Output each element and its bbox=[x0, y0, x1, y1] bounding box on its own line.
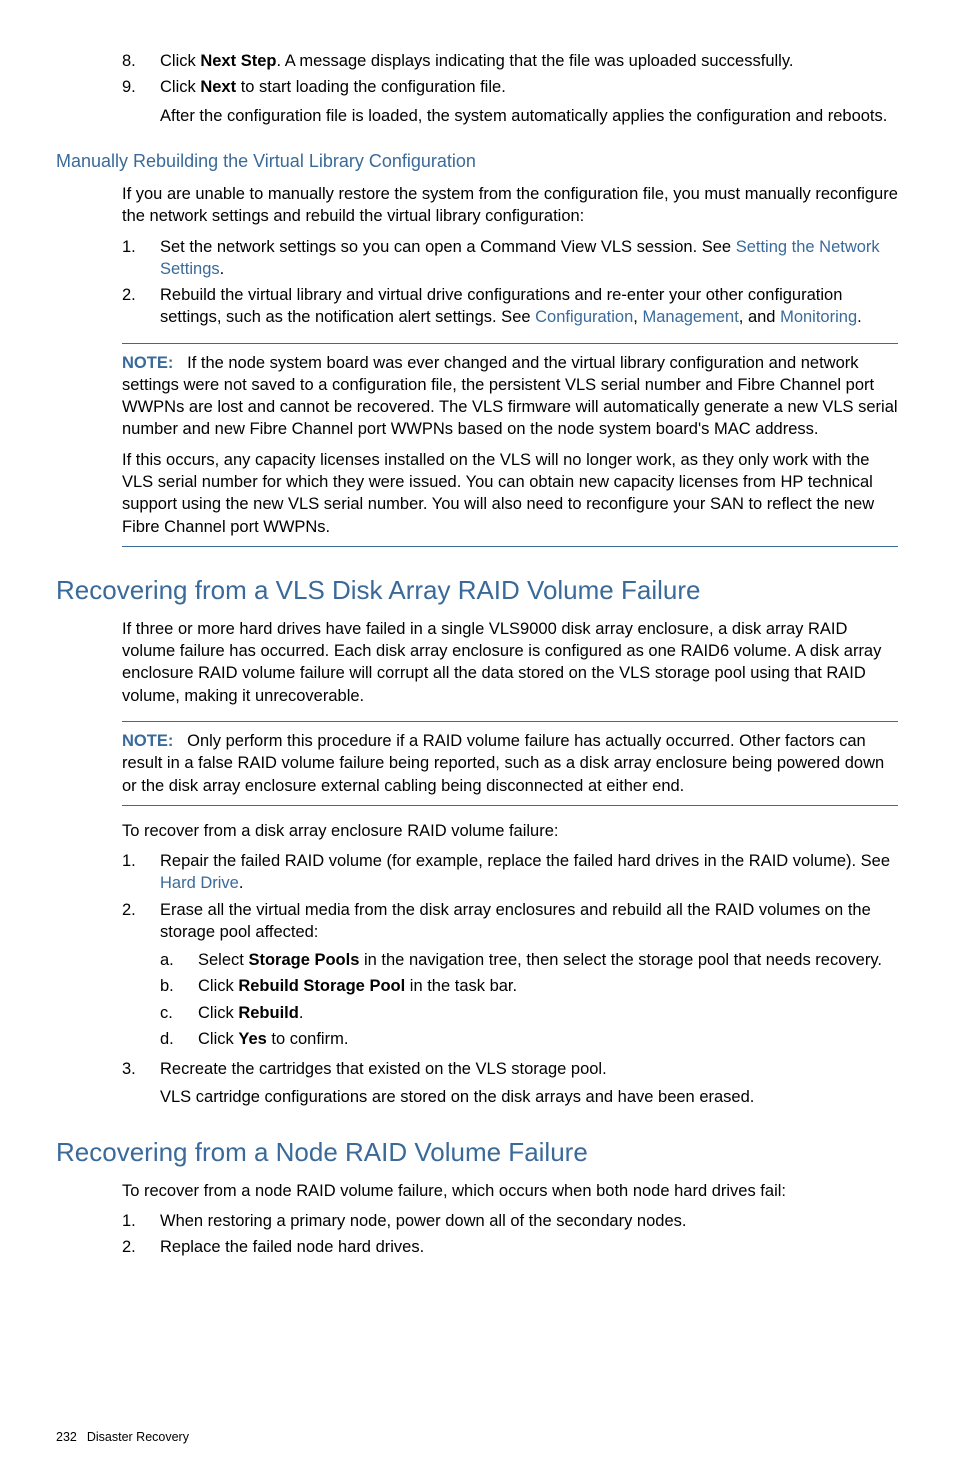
paragraph: If three or more hard drives have failed… bbox=[122, 618, 898, 707]
list-item: 1. Set the network settings so you can o… bbox=[122, 236, 898, 281]
step-number: 2. bbox=[122, 284, 160, 329]
heading-disk-array-failure: Recovering from a VLS Disk Array RAID Vo… bbox=[56, 573, 898, 608]
list-item: 1. Repair the failed RAID volume (for ex… bbox=[122, 850, 898, 895]
step-number: 1. bbox=[122, 236, 160, 281]
list-item: 9. Click Next to start loading the confi… bbox=[122, 76, 898, 127]
substep-number: b. bbox=[160, 975, 198, 997]
step-body: Click Next Step. A message displays indi… bbox=[160, 50, 898, 72]
step-number: 1. bbox=[122, 850, 160, 895]
step-number: 1. bbox=[122, 1210, 160, 1232]
list-item: b. Click Rebuild Storage Pool in the tas… bbox=[160, 975, 898, 997]
step-body: When restoring a primary node, power dow… bbox=[160, 1210, 898, 1232]
substep-number: a. bbox=[160, 949, 198, 971]
list-item: 1. When restoring a primary node, power … bbox=[122, 1210, 898, 1232]
step-body: Set the network settings so you can open… bbox=[160, 236, 898, 281]
step-number: 2. bbox=[122, 1236, 160, 1258]
note-text: If the node system board was ever change… bbox=[122, 354, 898, 439]
step-body: Erase all the virtual media from the dis… bbox=[160, 899, 898, 1055]
page-footer: 232 Disaster Recovery bbox=[56, 1429, 898, 1446]
list-item: 2. Erase all the virtual media from the … bbox=[122, 899, 898, 1055]
node-section: To recover from a node RAID volume failu… bbox=[122, 1180, 898, 1259]
note-box: NOTE: If the node system board was ever … bbox=[122, 343, 898, 547]
list-item: 2. Rebuild the virtual library and virtu… bbox=[122, 284, 898, 329]
step-body: Click Next to start loading the configur… bbox=[160, 76, 898, 127]
substep-number: c. bbox=[160, 1002, 198, 1024]
list-item: 2. Replace the failed node hard drives. bbox=[122, 1236, 898, 1258]
step-number: 3. bbox=[122, 1058, 160, 1109]
link-configuration[interactable]: Configuration bbox=[535, 308, 633, 326]
step-number: 9. bbox=[122, 76, 160, 127]
heading-manual-rebuild: Manually Rebuilding the Virtual Library … bbox=[56, 149, 898, 173]
link-monitoring[interactable]: Monitoring bbox=[780, 308, 857, 326]
list-item: a. Select Storage Pools in the navigatio… bbox=[160, 949, 898, 971]
list-item: 3. Recreate the cartridges that existed … bbox=[122, 1058, 898, 1109]
disk-section: If three or more hard drives have failed… bbox=[122, 618, 898, 707]
paragraph: To recover from a node RAID volume failu… bbox=[122, 1180, 898, 1202]
paragraph: If you are unable to manually restore th… bbox=[122, 183, 898, 228]
step-body: Replace the failed node hard drives. bbox=[160, 1236, 898, 1258]
substep-number: d. bbox=[160, 1028, 198, 1050]
intro-steps: 8. Click Next Step. A message displays i… bbox=[122, 50, 898, 127]
link-management[interactable]: Management bbox=[642, 308, 738, 326]
note-text: Only perform this procedure if a RAID vo… bbox=[122, 732, 884, 795]
note-text: If this occurs, any capacity licenses in… bbox=[122, 449, 898, 538]
note-box: NOTE: Only perform this procedure if a R… bbox=[122, 721, 898, 806]
step-body: Repair the failed RAID volume (for examp… bbox=[160, 850, 898, 895]
paragraph: To recover from a disk array enclosure R… bbox=[122, 820, 898, 842]
heading-node-raid-failure: Recovering from a Node RAID Volume Failu… bbox=[56, 1135, 898, 1170]
list-item: d. Click Yes to confirm. bbox=[160, 1028, 898, 1050]
manual-section: If you are unable to manually restore th… bbox=[122, 183, 898, 329]
list-item: 8. Click Next Step. A message displays i… bbox=[122, 50, 898, 72]
list-item: c. Click Rebuild. bbox=[160, 1002, 898, 1024]
page-number: 232 bbox=[56, 1430, 77, 1444]
step-body: Rebuild the virtual library and virtual … bbox=[160, 284, 898, 329]
step-body: Recreate the cartridges that existed on … bbox=[160, 1058, 898, 1109]
step-after: VLS cartridge configurations are stored … bbox=[160, 1086, 898, 1108]
step-after: After the configuration file is loaded, … bbox=[160, 105, 898, 127]
note-label: NOTE: bbox=[122, 732, 173, 750]
step-number: 2. bbox=[122, 899, 160, 1055]
disk-steps: To recover from a disk array enclosure R… bbox=[122, 820, 898, 1109]
footer-title: Disaster Recovery bbox=[87, 1430, 189, 1444]
link-hard-drive[interactable]: Hard Drive bbox=[160, 874, 239, 892]
note-label: NOTE: bbox=[122, 354, 173, 372]
step-number: 8. bbox=[122, 50, 160, 72]
